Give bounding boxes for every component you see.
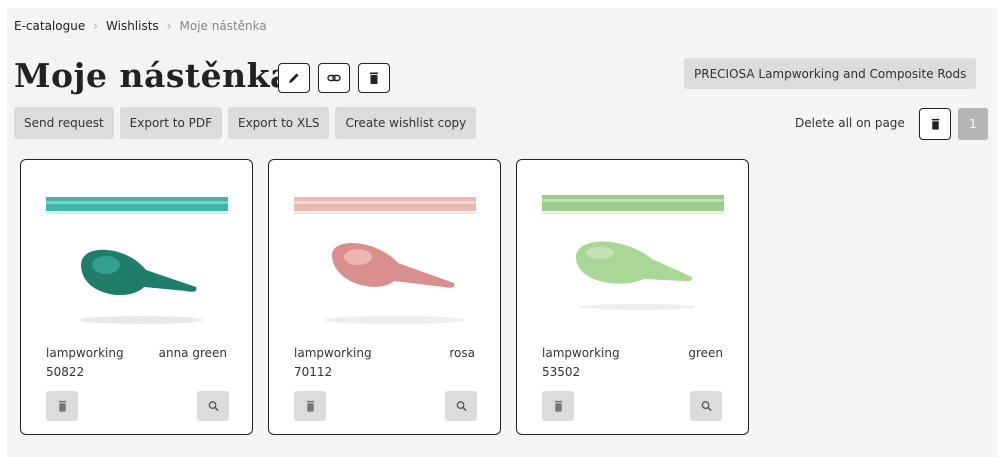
product-type: lampworking (294, 346, 372, 360)
category-button[interactable]: PRECIOSA Lampworking and Composite Rods (684, 58, 977, 89)
trash-icon (554, 400, 562, 412)
magnifier-icon (208, 401, 219, 412)
trash-icon (931, 118, 939, 130)
rod-image (542, 195, 724, 214)
create-wishlist-copy-button[interactable]: Create wishlist copy (335, 107, 477, 139)
view-product-button[interactable] (445, 391, 477, 421)
product-card[interactable]: lampworking rosa 70112 (268, 159, 501, 435)
magnifier-icon (701, 401, 712, 412)
product-code: 53502 (542, 365, 581, 379)
drop-image (576, 241, 695, 310)
wishlist-actions: Send request Export to PDF Export to XLS… (14, 107, 477, 139)
trash-icon (370, 72, 378, 84)
view-product-button[interactable] (690, 391, 722, 421)
trash-icon (306, 400, 314, 412)
link-icon (327, 74, 341, 82)
drop-image (79, 249, 203, 324)
rod-image (46, 197, 228, 214)
product-type: lampworking (46, 346, 124, 360)
breadcrumb-wishlists[interactable]: Wishlists (106, 19, 159, 33)
pencil-icon (289, 73, 299, 83)
send-request-button[interactable]: Send request (14, 107, 114, 139)
page-title: Moje nástěnka (14, 56, 292, 95)
delete-wishlist-button[interactable] (358, 63, 390, 93)
remove-product-button[interactable] (46, 391, 78, 421)
product-color-name: anna green (158, 346, 227, 360)
product-card[interactable]: lampworking anna green 50822 (20, 159, 253, 435)
breadcrumb-ecatalogue[interactable]: E-catalogue (14, 19, 85, 33)
delete-all-button[interactable] (919, 108, 951, 140)
remove-product-button[interactable] (542, 391, 574, 421)
chevron-right-icon: › (93, 19, 99, 33)
product-color-name: rosa (449, 346, 475, 360)
delete-all-label: Delete all on page (795, 116, 905, 130)
drop-image (324, 243, 464, 324)
product-code: 70112 (294, 365, 333, 379)
breadcrumb: E-catalogue › Wishlists › Moje nástěnka (14, 19, 267, 33)
copy-link-button[interactable] (318, 63, 350, 93)
breadcrumb-current: Moje nástěnka (179, 19, 267, 33)
view-product-button[interactable] (197, 391, 229, 421)
page-number-badge[interactable]: 1 (958, 108, 988, 140)
chevron-right-icon: › (166, 19, 172, 33)
product-type: lampworking (542, 346, 620, 360)
product-card[interactable]: lampworking green 53502 (516, 159, 749, 435)
magnifier-icon (456, 401, 467, 412)
edit-title-button[interactable] (278, 63, 310, 93)
trash-icon (58, 400, 66, 412)
export-pdf-button[interactable]: Export to PDF (119, 107, 222, 139)
remove-product-button[interactable] (294, 391, 326, 421)
product-code: 50822 (46, 365, 85, 379)
product-color-name: green (688, 346, 723, 360)
rod-image (294, 197, 476, 214)
export-xls-button[interactable]: Export to XLS (228, 107, 330, 139)
